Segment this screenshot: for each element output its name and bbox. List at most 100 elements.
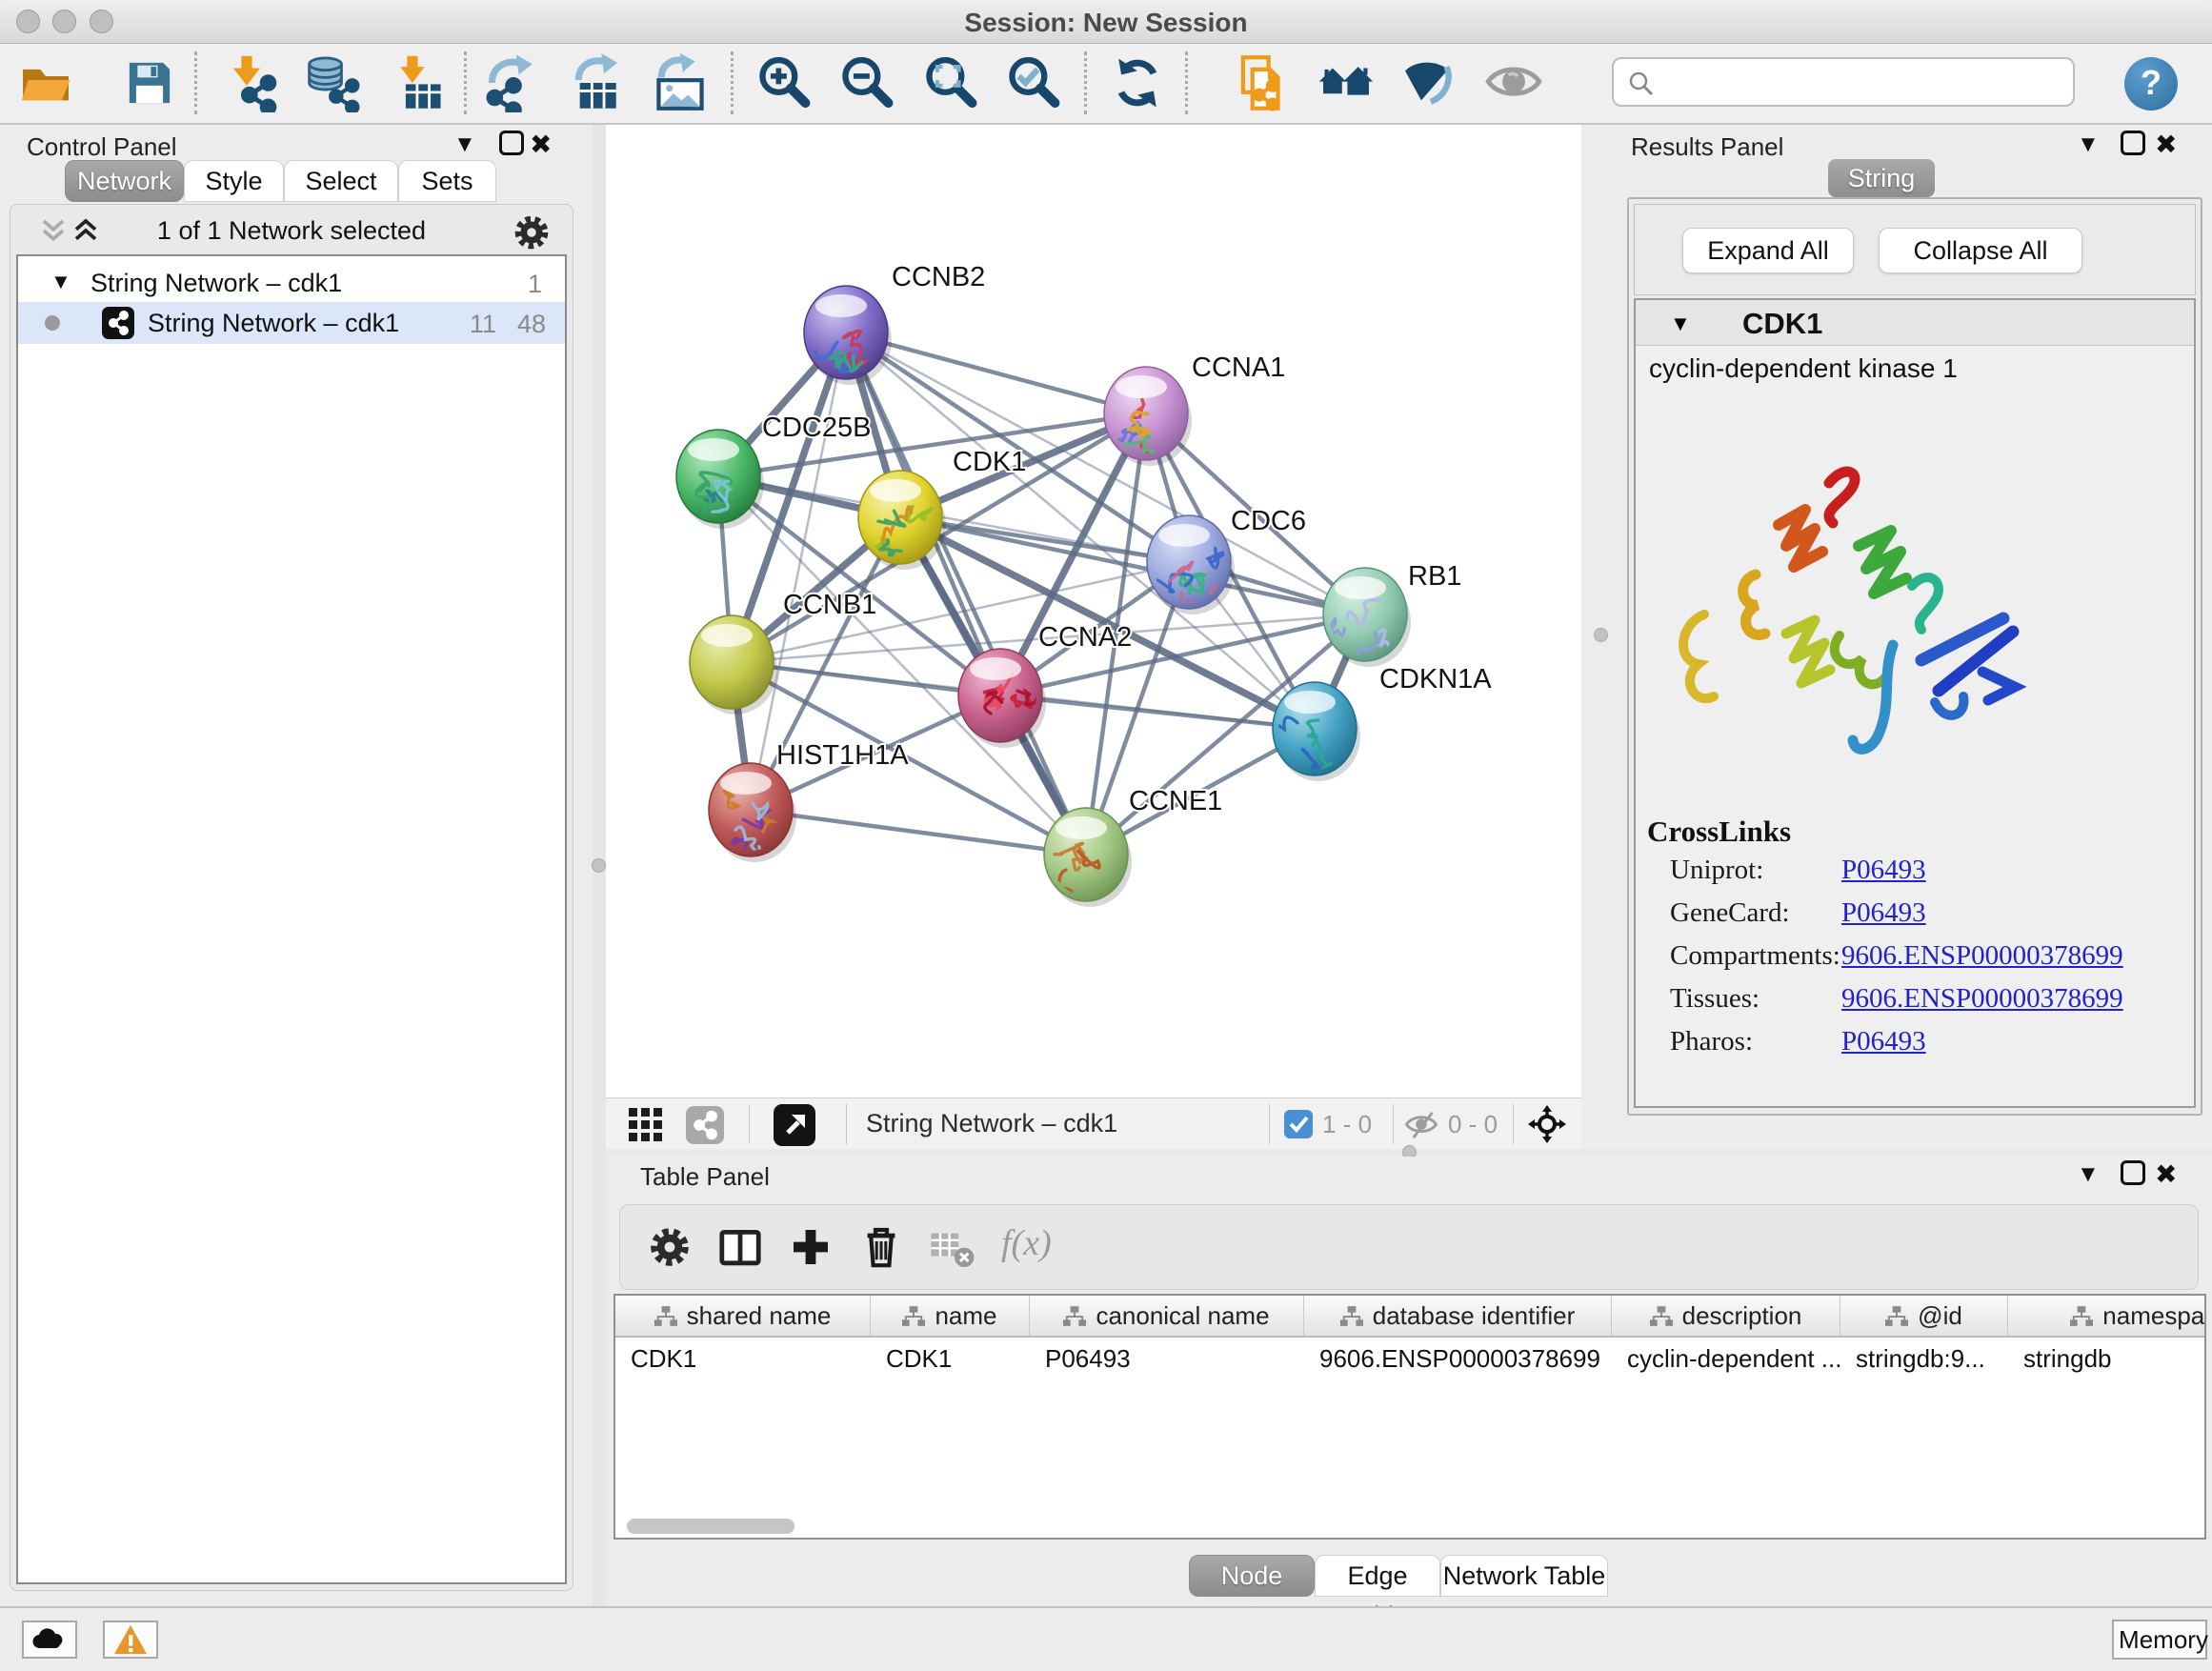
tab-string[interactable]: String	[1828, 159, 1935, 197]
network-collection-row[interactable]: ▼ String Network – cdk1 1	[18, 262, 565, 304]
collapse-node-card-icon[interactable]: ▼	[1670, 312, 1691, 336]
column-header-description[interactable]: description	[1612, 1296, 1840, 1336]
export-image-icon[interactable]	[651, 53, 710, 112]
network-node-RB1[interactable]: RB1	[1323, 561, 1462, 672]
collection-expander-icon[interactable]: ▼	[50, 270, 71, 294]
show-all-networks-icon[interactable]	[1317, 53, 1376, 112]
node-table[interactable]: shared namenamecanonical namedatabase id…	[613, 1294, 2206, 1540]
import-network-file-icon[interactable]	[224, 53, 283, 112]
crosslink-link[interactable]: P06493	[1841, 855, 1926, 886]
tab-style[interactable]: Style	[184, 160, 284, 202]
table-cell[interactable]: CDK1	[871, 1339, 1030, 1378]
node-label-CCNA2: CCNA2	[1038, 622, 1132, 653]
show-graphics-details-icon[interactable]	[1484, 53, 1543, 112]
network-node-CDKN1A[interactable]: CDKN1A	[1270, 664, 1493, 781]
import-table-icon[interactable]	[390, 53, 449, 112]
undock-panel-icon[interactable]	[2121, 131, 2145, 155]
refresh-layout-icon[interactable]	[1108, 53, 1167, 112]
node-label-CCNE1: CCNE1	[1129, 786, 1222, 816]
tab-sets[interactable]: Sets	[398, 160, 496, 202]
zoom-out-icon[interactable]	[837, 53, 896, 112]
float-panel-icon[interactable]: ▼	[2077, 1161, 2100, 1188]
splitter-handle-icon[interactable]	[592, 858, 606, 873]
right-splitter[interactable]	[1581, 125, 1619, 1149]
table-horizontal-scrollbar[interactable]	[627, 1519, 794, 1534]
tab-select[interactable]: Select	[284, 160, 398, 202]
undock-panel-icon[interactable]	[2121, 1160, 2145, 1185]
table-cell[interactable]: stringdb:9...	[1840, 1339, 2008, 1378]
table-cell[interactable]: P06493	[1030, 1339, 1304, 1378]
tab-network[interactable]: Network	[65, 160, 184, 202]
network-canvas[interactable]: CCNB2CCNA1CDC25BCDK1CDC6RB1CCNB1CCNA2CDK…	[606, 125, 1581, 1097]
splitter-handle-icon[interactable]	[1594, 628, 1608, 642]
float-panel-icon[interactable]: ▼	[453, 131, 476, 158]
duplicate-network-icon[interactable]	[1234, 53, 1293, 112]
table-cell[interactable]: CDK1	[615, 1339, 871, 1378]
network-options-gear-icon[interactable]	[512, 212, 552, 252]
float-panel-icon[interactable]: ▼	[2077, 131, 2100, 158]
zoom-in-icon[interactable]	[754, 53, 814, 112]
crosslink-link[interactable]: 9606.ENSP00000378699	[1841, 940, 2123, 972]
selected-checkbox-icon[interactable]	[1284, 1110, 1313, 1138]
network-node-CCNA1[interactable]: CCNA1	[1104, 352, 1285, 481]
hide-graphics-details-icon[interactable]	[1398, 53, 1458, 112]
bottom-splitter[interactable]	[606, 1149, 2212, 1157]
help-icon[interactable]: ?	[2124, 57, 2178, 111]
hidden-eye-icon[interactable]	[1404, 1108, 1438, 1142]
network-view-toolbar: String Network – cdk1 1 - 0 0 - 0	[606, 1097, 1581, 1149]
network-row-selected[interactable]: String Network – cdk1 11 48	[18, 302, 565, 344]
network-view[interactable]: CCNB2CCNA1CDC25BCDK1CDC6RB1CCNB1CCNA2CDK…	[606, 125, 1581, 1149]
main-toolbar: ?	[0, 44, 2212, 125]
show-columns-icon[interactable]	[717, 1224, 763, 1270]
column-header-database-identifier[interactable]: database identifier	[1304, 1296, 1612, 1336]
undock-panel-icon[interactable]	[499, 131, 524, 155]
search-field[interactable]	[1612, 57, 2075, 107]
export-table-icon[interactable]	[568, 53, 627, 112]
column-header-name[interactable]: name	[871, 1296, 1030, 1336]
close-panel-icon[interactable]: ✖	[530, 129, 552, 160]
zoom-fit-content-icon[interactable]	[921, 53, 980, 112]
tab-node-table[interactable]: Node Table	[1189, 1555, 1315, 1597]
birds-eye-view-icon[interactable]	[1526, 1103, 1568, 1145]
crosslink-link[interactable]: P06493	[1841, 897, 1926, 929]
close-panel-icon[interactable]: ✖	[2155, 129, 2177, 160]
collapse-all-button[interactable]: Collapse All	[1879, 228, 2082, 273]
save-session-icon[interactable]	[120, 53, 179, 112]
column-header-@id[interactable]: @id	[1840, 1296, 2008, 1336]
function-builder-icon: f(x)	[1001, 1222, 1052, 1264]
delete-column-icon[interactable]	[858, 1224, 904, 1270]
column-header-canonical-name[interactable]: canonical name	[1030, 1296, 1304, 1336]
column-label: namespace	[2102, 1301, 2206, 1331]
table-cell[interactable]: 9606.ENSP00000378699	[1304, 1339, 1612, 1378]
node-card-header[interactable]: ▼ CDK1	[1636, 300, 2194, 346]
tab-network-table[interactable]: Network Table	[1440, 1555, 1608, 1597]
memory-button[interactable]: Memory	[2112, 1620, 2207, 1660]
expand-all-button[interactable]: Expand All	[1682, 228, 1854, 273]
open-session-icon[interactable]	[16, 53, 75, 112]
crosslink-link[interactable]: P06493	[1841, 1026, 1926, 1057]
warning-status-button[interactable]	[103, 1621, 158, 1659]
column-label: description	[1682, 1301, 1802, 1331]
search-input[interactable]	[1665, 63, 2065, 101]
close-panel-icon[interactable]: ✖	[2155, 1158, 2177, 1190]
column-header-shared-name[interactable]: shared name	[615, 1296, 871, 1336]
column-header-namespace[interactable]: namespace	[2008, 1296, 2206, 1336]
network-share-view-icon[interactable]	[686, 1106, 724, 1144]
table-options-gear-icon[interactable]	[647, 1224, 693, 1270]
import-network-database-icon[interactable]	[304, 53, 363, 112]
node-label-CCNB2: CCNB2	[892, 262, 985, 292]
left-splitter[interactable]	[593, 125, 606, 1606]
zoom-selected-icon[interactable]	[1004, 53, 1063, 112]
table-cell[interactable]: cyclin-dependent ...	[1612, 1339, 1840, 1378]
grid-view-icon[interactable]	[627, 1106, 665, 1144]
table-row[interactable]: CDK1CDK1P064939606.ENSP00000378699cyclin…	[615, 1339, 2206, 1378]
detach-view-icon[interactable]	[774, 1104, 815, 1146]
network-node-CCNE1[interactable]: CCNE1	[1044, 786, 1222, 907]
network-node-HIST1H1A[interactable]: HIST1H1A	[709, 740, 909, 862]
create-column-icon[interactable]	[788, 1224, 834, 1270]
cloud-status-button[interactable]	[22, 1621, 77, 1659]
tab-edge-table[interactable]: Edge Table	[1315, 1555, 1440, 1597]
crosslink-link[interactable]: 9606.ENSP00000378699	[1841, 983, 2123, 1015]
export-network-icon[interactable]	[484, 53, 543, 112]
table-cell[interactable]: stringdb	[2008, 1339, 2206, 1378]
